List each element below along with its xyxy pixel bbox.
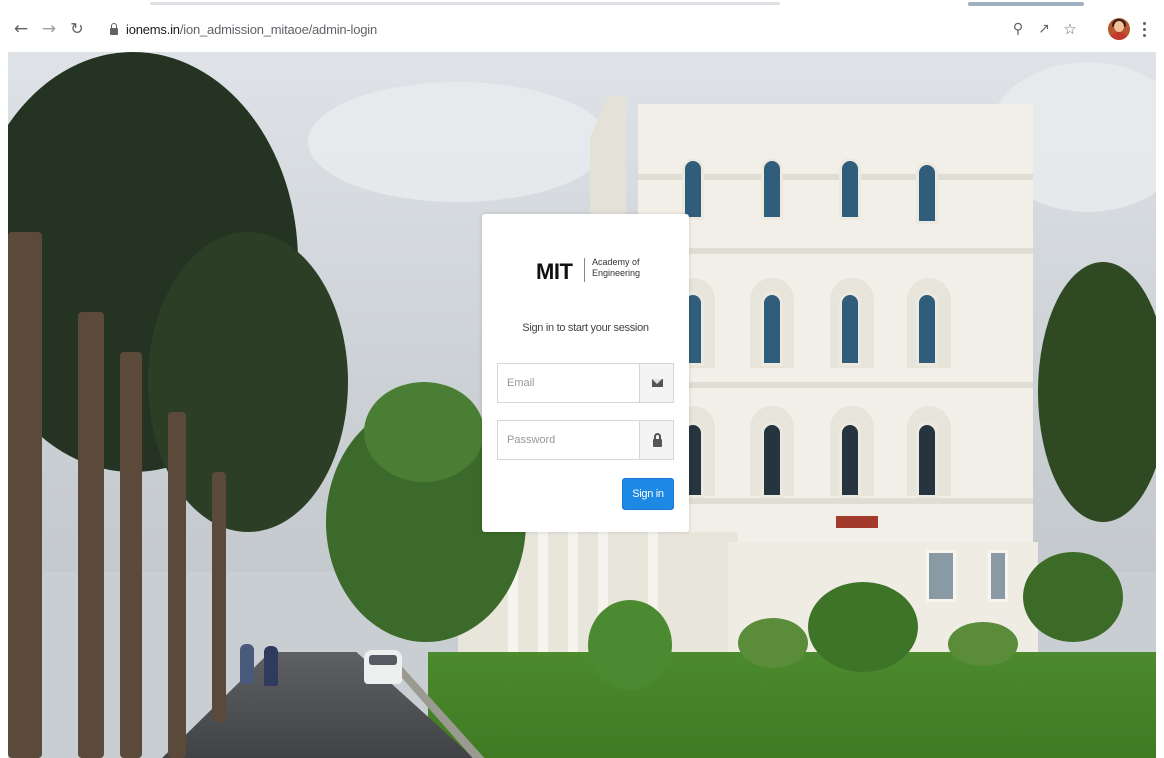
logo-divider (584, 258, 585, 282)
tree (588, 600, 672, 690)
building-plaque (836, 516, 878, 528)
pillar (568, 532, 578, 662)
email-input[interactable] (498, 364, 639, 402)
car (364, 650, 402, 684)
building-ledge (638, 498, 1033, 504)
url-host: ionems.in (126, 22, 180, 37)
building-window (916, 162, 938, 224)
building-window (761, 292, 783, 366)
logo-subtext-line2: Engineering (592, 268, 641, 278)
building-window (761, 158, 783, 220)
building-window (988, 550, 1008, 602)
sign-in-button[interactable]: Sign in (622, 478, 674, 510)
lawn (428, 652, 1156, 758)
password-input[interactable] (498, 421, 639, 459)
url-text[interactable]: ionems.in/ion_admission_mitaoe/admin-log… (126, 22, 377, 37)
logo-subtext: Academy of Engineering (592, 257, 652, 279)
lock-icon (653, 433, 662, 447)
logo-text: MIT (536, 259, 573, 284)
palm-trunk (120, 352, 142, 758)
email-field[interactable] (497, 363, 674, 403)
lock-icon[interactable] (110, 23, 118, 35)
star-icon[interactable]: ☆ (1060, 19, 1080, 39)
building-ledge (638, 248, 1033, 254)
logo-subtext-line1: Academy of (592, 257, 640, 267)
cloud (308, 82, 608, 202)
login-card: MIT Academy of Engineering Sign in to st… (482, 214, 689, 532)
bush (738, 618, 808, 668)
bush (948, 622, 1018, 666)
tab-strip-bar (150, 2, 780, 5)
pillar (538, 532, 548, 662)
password-field[interactable] (497, 420, 674, 460)
envelope-icon (652, 379, 663, 387)
person (240, 644, 254, 684)
building-window (926, 550, 956, 602)
tab-strip-bar (968, 2, 1084, 6)
tree (808, 582, 918, 672)
address-bar[interactable]: ionems.in/ion_admission_mitaoe/admin-log… (96, 16, 996, 44)
palm-trunk (8, 232, 42, 758)
palm-trunk (168, 412, 186, 758)
browser-toolbar: ← → ↻ ionems.in/ion_admission_mitaoe/adm… (0, 0, 1164, 52)
building-window (839, 158, 861, 220)
password-addon (639, 421, 673, 459)
tab-strip (0, 0, 1164, 8)
reload-icon[interactable]: ↻ (66, 18, 88, 40)
zoom-icon[interactable]: ⚲ (1008, 19, 1028, 39)
building-window (916, 292, 938, 366)
palm-trunk (78, 312, 104, 758)
tree (364, 382, 484, 482)
kebab-menu-icon[interactable] (1140, 19, 1148, 39)
palm-trunk (212, 472, 226, 722)
share-icon[interactable]: ↗ (1034, 19, 1054, 39)
building-ledge (638, 382, 1033, 388)
building-window (839, 292, 861, 366)
building-window (682, 158, 704, 220)
person (264, 646, 278, 686)
url-path: /ion_admission_mitaoe/admin-login (179, 22, 378, 37)
login-subtitle: Sign in to start your session (522, 322, 649, 334)
tree (1023, 552, 1123, 642)
back-arrow-icon[interactable]: ← (10, 18, 32, 40)
profile-avatar[interactable] (1108, 18, 1130, 40)
building-window (916, 422, 938, 498)
tree (1038, 262, 1156, 522)
forward-arrow-icon[interactable]: → (38, 18, 60, 40)
email-addon (639, 364, 673, 402)
building-window (761, 422, 783, 498)
building-window (839, 422, 861, 498)
